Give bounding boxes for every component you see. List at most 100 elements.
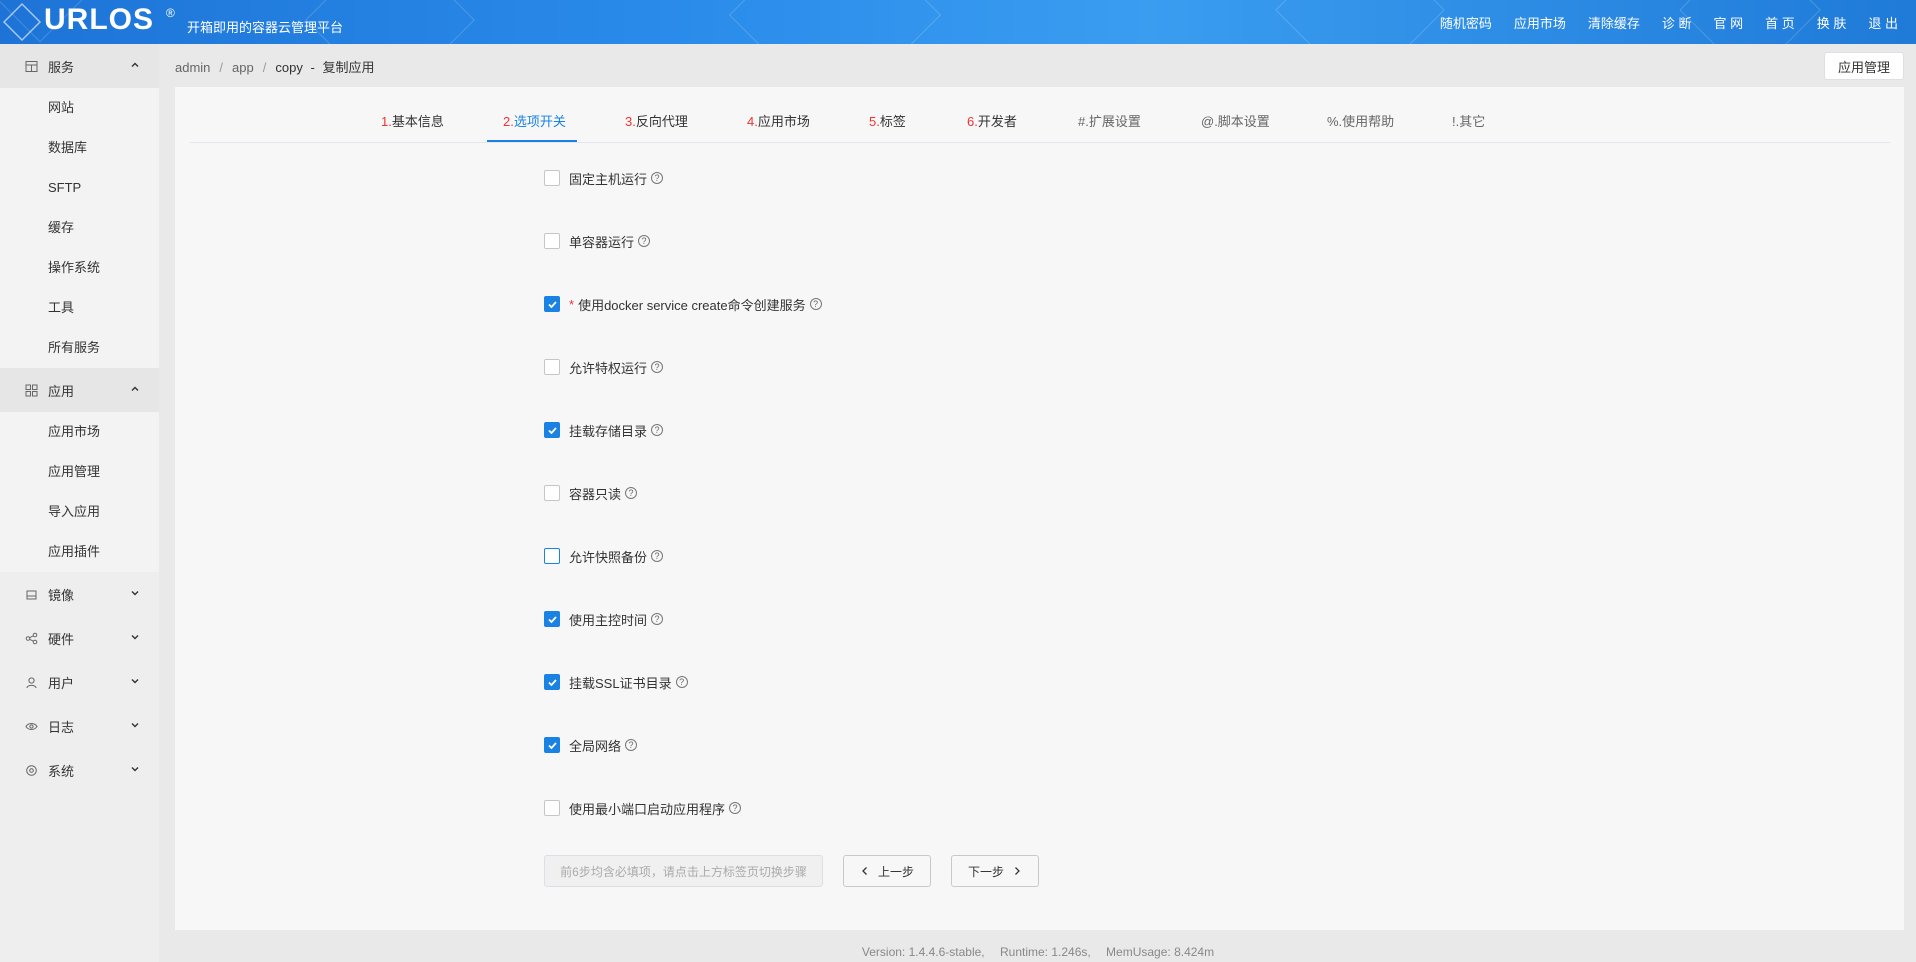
help-circle-icon[interactable]: ? (651, 613, 664, 625)
help-circle-icon[interactable]: ? (675, 676, 688, 688)
sidebar-group-logs[interactable]: 日志 (0, 704, 159, 748)
checkbox[interactable] (544, 674, 560, 690)
option-label: 全局网络 (569, 738, 622, 754)
help-circle-icon[interactable]: ? (625, 739, 638, 751)
nav-app-market[interactable]: 应用市场 (1514, 13, 1566, 32)
sidebar-item-tools[interactable]: 工具 (0, 288, 159, 328)
checkbox[interactable] (544, 422, 560, 438)
nav-skin[interactable]: 换 肤 (1817, 13, 1847, 32)
user-icon (24, 675, 38, 689)
option-label: 使用docker service create命令创建服务 (578, 297, 806, 313)
option-row[interactable]: 允许特权运行 ? (544, 358, 664, 376)
checkbox[interactable] (544, 611, 560, 627)
checkbox[interactable] (544, 737, 560, 753)
tab-usage-help[interactable]: %.使用帮助 (1327, 87, 1394, 143)
eye-icon (24, 719, 38, 733)
checkbox[interactable] (544, 548, 560, 564)
help-circle-icon[interactable]: ? (729, 802, 742, 814)
check-icon (547, 741, 557, 749)
option-label: 允许特权运行 (569, 360, 648, 376)
tab-basic-info[interactable]: 1.基本信息 (381, 87, 444, 143)
sidebar-item-all-services[interactable]: 所有服务 (0, 328, 159, 368)
share-nodes-icon (24, 631, 38, 645)
tab-other[interactable]: !.其它 (1452, 87, 1485, 143)
breadcrumb-admin[interactable]: admin (175, 60, 210, 75)
help-circle-icon[interactable]: ? (651, 550, 664, 562)
help-circle-icon[interactable]: ? (638, 235, 651, 247)
tab-extension-settings[interactable]: #.扩展设置 (1078, 87, 1141, 143)
sidebar-group-apps[interactable]: 应用 (0, 368, 159, 412)
sidebar-group-services[interactable]: 服务 (0, 44, 159, 88)
sidebar-group-hardware[interactable]: 硬件 (0, 616, 159, 660)
sidebar-item-website[interactable]: 网站 (0, 88, 159, 128)
sidebar-item-app-manage[interactable]: 应用管理 (0, 452, 159, 492)
step-hint-button: 前6步均含必填项，请点击上方标签页切换步骤 (544, 855, 823, 887)
tab-developer[interactable]: 6.开发者 (967, 87, 1017, 143)
nav-clear-cache[interactable]: 清除缓存 (1588, 13, 1640, 32)
option-label: 挂载SSL证书目录 (569, 675, 672, 691)
option-row[interactable]: 使用主控时间 ? (544, 610, 664, 628)
option-row[interactable]: 挂载存储目录 ? (544, 421, 664, 439)
nav-home[interactable]: 首 页 (1765, 13, 1795, 32)
option-row[interactable]: 挂载SSL证书目录 ? (544, 673, 688, 691)
sidebar-item-import-app[interactable]: 导入应用 (0, 492, 159, 532)
option-row[interactable]: 使用最小端口启动应用程序 ? (544, 799, 742, 817)
option-row[interactable]: * 使用docker service create命令创建服务 ? (544, 295, 822, 313)
sidebar-group-label: 用户 (48, 675, 75, 691)
option-row[interactable]: 允许快照备份 ? (544, 547, 664, 565)
sidebar-item-database[interactable]: 数据库 (0, 128, 159, 168)
sidebar: 服务 网站 数据库 SFTP 缓存 操作系统 工具 所有服务 应用 应用市场 应… (0, 44, 159, 962)
app-manage-button[interactable]: 应用管理 (1824, 52, 1904, 80)
chevron-down-icon (131, 723, 139, 728)
nav-official-site[interactable]: 官 网 (1714, 13, 1744, 32)
breadcrumb-copy: copy (275, 60, 303, 75)
checkbox[interactable] (544, 233, 560, 249)
help-circle-icon[interactable]: ? (651, 424, 664, 436)
breadcrumb-app[interactable]: app (232, 60, 254, 75)
checkbox[interactable] (544, 359, 560, 375)
chevron-left-icon (862, 867, 867, 875)
sidebar-group-label: 服务 (48, 59, 75, 75)
active-tab-indicator (487, 140, 577, 142)
sidebar-group-system[interactable]: 系统 (0, 748, 159, 792)
sidebar-item-app-market[interactable]: 应用市场 (0, 412, 159, 452)
prev-step-button[interactable]: 上一步 (843, 855, 931, 887)
checkbox[interactable] (544, 485, 560, 501)
sidebar-group-images[interactable]: 镜像 (0, 572, 159, 616)
logo-subtitle: 开箱即用的容器云管理平台 (187, 20, 344, 35)
checkbox[interactable] (544, 170, 560, 186)
sidebar-item-sftp[interactable]: SFTP (0, 168, 159, 208)
sidebar-item-cache[interactable]: 缓存 (0, 208, 159, 248)
logo[interactable]: URLOS (44, 3, 154, 37)
checkbox[interactable] (544, 296, 560, 312)
tab-script-settings[interactable]: @.脚本设置 (1201, 87, 1270, 143)
option-row[interactable]: 固定主机运行 ? (544, 169, 664, 187)
help-circle-icon[interactable]: ? (625, 487, 638, 499)
checkbox[interactable] (544, 800, 560, 816)
help-circle-icon[interactable]: ? (651, 361, 664, 373)
nav-random-password[interactable]: 随机密码 (1440, 13, 1492, 32)
tab-app-market[interactable]: 4.应用市场 (747, 87, 810, 143)
option-row[interactable]: 容器只读 ? (544, 484, 638, 502)
help-circle-icon[interactable]: ? (809, 298, 822, 310)
help-circle-icon[interactable]: ? (651, 172, 664, 184)
tab-options[interactable]: 2.选项开关 (503, 87, 566, 143)
tab-reverse-proxy[interactable]: 3.反向代理 (625, 87, 688, 143)
sidebar-group-users[interactable]: 用户 (0, 660, 159, 704)
option-label: 使用主控时间 (569, 612, 648, 628)
chevron-right-icon (1015, 867, 1020, 875)
nav-logout[interactable]: 退 出 (1868, 13, 1898, 32)
sidebar-item-os[interactable]: 操作系统 (0, 248, 159, 288)
nav-diagnose[interactable]: 诊 断 (1662, 13, 1692, 32)
option-label: 容器只读 (569, 486, 622, 502)
sidebar-item-app-plugins[interactable]: 应用插件 (0, 532, 159, 572)
option-label: 使用最小端口启动应用程序 (569, 801, 726, 817)
option-row[interactable]: 全局网络 ? (544, 736, 638, 754)
next-step-button[interactable]: 下一步 (951, 855, 1039, 887)
footer-runtime: Runtime: 1.246s, (999, 945, 1091, 959)
option-label: 挂载存储目录 (569, 423, 648, 439)
step-tabs: 1.基本信息 2.选项开关 3.反向代理 4.应用市场 5.标签 6.开发者 #… (190, 87, 1890, 143)
tab-tags[interactable]: 5.标签 (869, 87, 906, 143)
option-row[interactable]: 单容器运行 ? (544, 232, 651, 250)
option-label: 允许快照备份 (569, 549, 648, 565)
